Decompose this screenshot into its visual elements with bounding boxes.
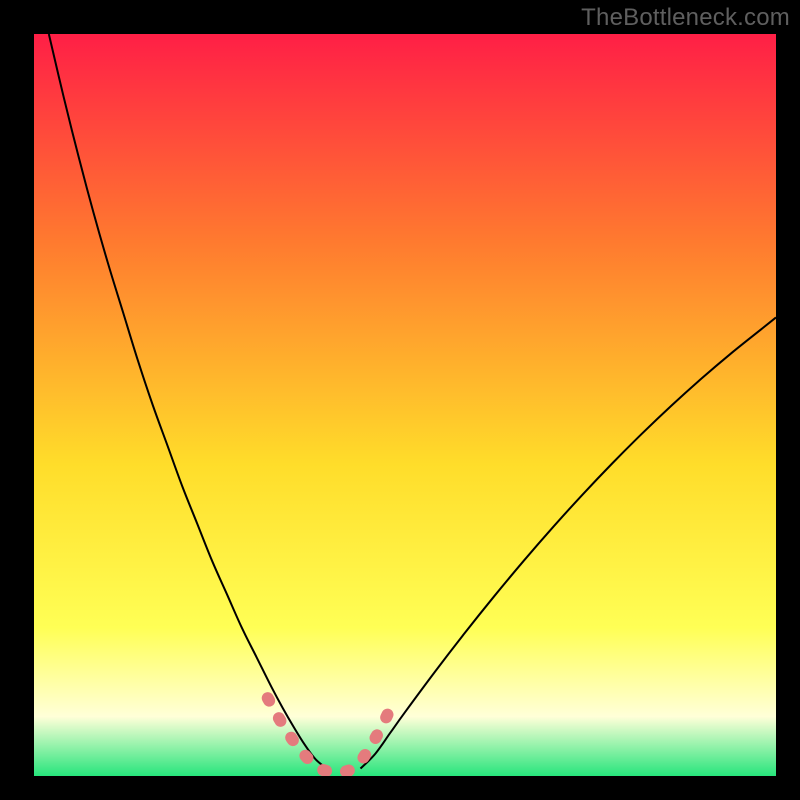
chart-frame: TheBottleneck.com (0, 0, 800, 800)
plot-area (34, 34, 776, 776)
gradient-background (34, 34, 776, 776)
watermark-text: TheBottleneck.com (581, 4, 790, 32)
chart-canvas (34, 34, 776, 776)
